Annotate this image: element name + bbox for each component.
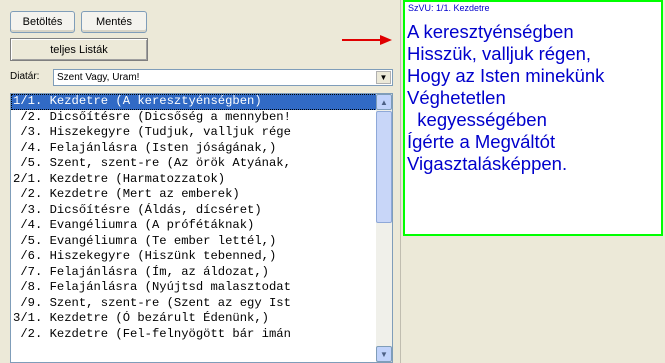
vertical-scrollbar[interactable]: ▲ ▼ — [376, 94, 392, 362]
list-item[interactable]: /2. Kezdetre (Mert az emberek) — [11, 187, 377, 203]
scrollbar-thumb[interactable] — [376, 111, 392, 223]
list-item[interactable]: 2/1. Kezdetre (Harmatozzatok) — [11, 172, 377, 188]
save-button[interactable]: Mentés — [81, 11, 147, 33]
song-listbox[interactable]: 1/1. Kezdetre (A keresztyénségben) /2. D… — [10, 93, 393, 363]
list-item[interactable]: /8. Felajánlásra (Nyújtsd malasztodat — [11, 280, 377, 296]
diatar-label: Diatár: — [10, 71, 40, 82]
list-item[interactable]: /7. Felajánlásra (Ím, az áldozat,) — [11, 265, 377, 281]
chevron-down-icon[interactable]: ▼ — [376, 71, 391, 84]
list-item[interactable]: /4. Felajánlásra (Isten jóságának,) — [11, 141, 377, 157]
list-item[interactable]: /6. Hiszekegyre (Hiszünk tebenned,) — [11, 249, 377, 265]
left-panel: Betöltés Mentés teljes Listák Diatár: Sz… — [0, 0, 400, 363]
full-lists-button[interactable]: teljes Listák — [10, 38, 148, 61]
list-item[interactable]: /9. Szent, szent-re (Szent az egy Ist — [11, 296, 377, 312]
scroll-up-icon[interactable]: ▲ — [376, 94, 392, 110]
list-item[interactable]: 3/1. Kezdetre (Ó bezárult Édenünk,) — [11, 311, 377, 327]
list-items: 1/1. Kezdetre (A keresztyénségben) /2. D… — [11, 94, 377, 342]
list-item[interactable]: /4. Evangéliumra (A prófétáknak) — [11, 218, 377, 234]
lyric-line: Vigasztalásképpen. — [407, 153, 568, 174]
lyric-line: kegyességében — [407, 109, 547, 130]
lyric-line: Véghetetlen — [407, 87, 506, 108]
list-item[interactable]: /3. Hiszekegyre (Tudjuk, valljuk rége — [11, 125, 377, 141]
lyric-line: Hisszük, valljuk régen, — [407, 43, 592, 64]
diatar-dropdown[interactable]: Szent Vagy, Uram! ▼ — [53, 69, 393, 86]
diatar-selected-value: Szent Vagy, Uram! — [57, 72, 140, 83]
load-button[interactable]: Betöltés — [10, 11, 75, 33]
arrow-right-icon — [342, 35, 392, 45]
list-item[interactable]: 1/1. Kezdetre (A keresztyénségben) — [11, 94, 377, 110]
scroll-down-icon[interactable]: ▼ — [376, 346, 392, 362]
preview-lyrics: A keresztyénségben Hisszük, valljuk régen… — [407, 21, 659, 175]
list-item[interactable]: /2. Dicsőítésre (Dicsőség a mennyben! — [11, 110, 377, 126]
list-item[interactable]: /2. Kezdetre (Fel-felnyögött bár imán — [11, 327, 377, 343]
lyric-line: Hogy az Isten minekünk — [407, 65, 605, 86]
right-panel: SzVU: 1/1. Kezdetre A keresztyénségben Hi… — [403, 0, 665, 363]
preview-header: SzVU: 1/1. Kezdetre — [408, 3, 490, 13]
list-item[interactable]: /5. Szent, szent-re (Az örök Atyának, — [11, 156, 377, 172]
list-item[interactable]: /3. Dicsőítésre (Áldás, dícséret) — [11, 203, 377, 219]
lyric-line: Ígérte a Megváltót — [407, 131, 556, 152]
list-item[interactable]: /5. Evangéliumra (Te ember lettél,) — [11, 234, 377, 250]
projection-preview: SzVU: 1/1. Kezdetre A keresztyénségben Hi… — [403, 0, 663, 236]
lyric-line: A keresztyénségben — [407, 21, 574, 42]
